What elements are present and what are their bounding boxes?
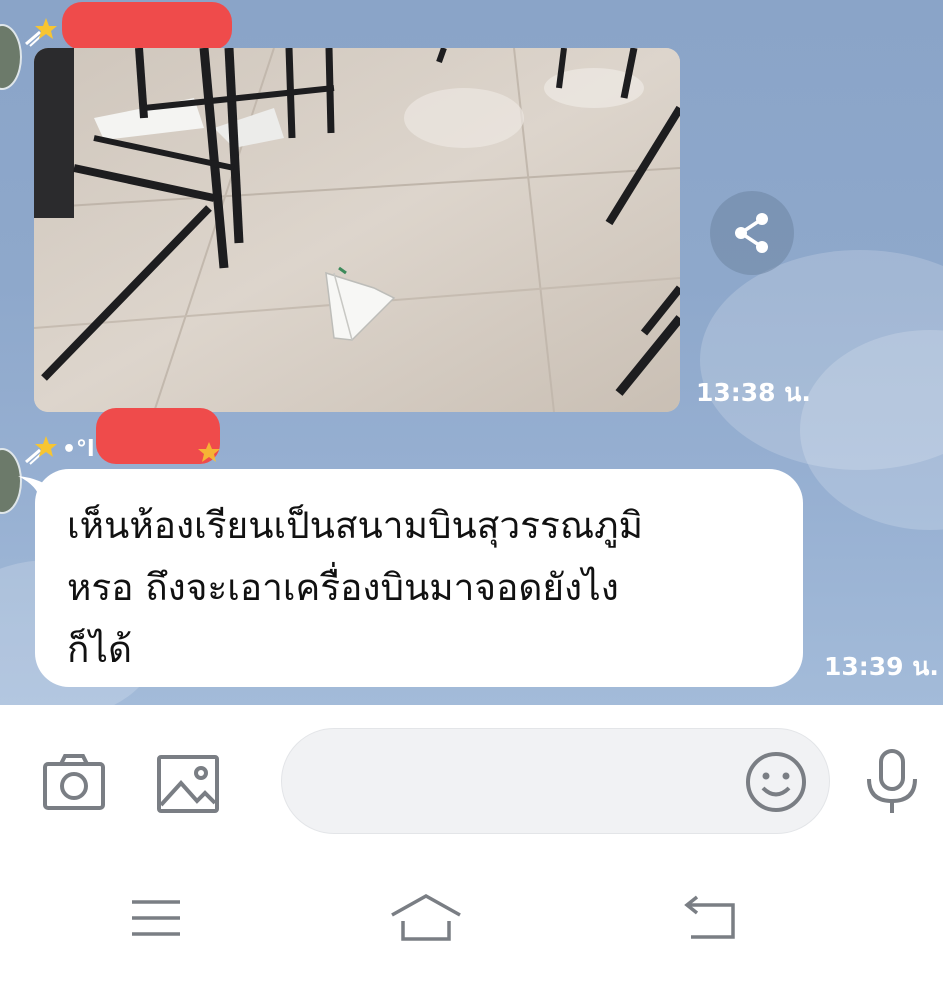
camera-icon xyxy=(43,754,105,810)
message-timestamp: 13:38 น. xyxy=(696,378,811,407)
share-icon xyxy=(735,213,768,253)
message-text-line: ก็ได้ xyxy=(67,628,133,671)
image-message[interactable] xyxy=(34,48,680,412)
message-timestamp: 13:39 น. xyxy=(824,652,939,681)
redaction-mark xyxy=(62,2,232,50)
home-button[interactable] xyxy=(388,892,464,944)
back-button[interactable] xyxy=(682,894,738,942)
smiley-icon xyxy=(746,752,806,812)
sender-name: •°l xyxy=(62,436,95,462)
shooting-star-icon xyxy=(25,436,57,465)
chat-area[interactable]: • xyxy=(0,0,943,705)
recent-apps-button[interactable] xyxy=(128,896,184,940)
shooting-star-icon xyxy=(25,18,57,47)
home-icon xyxy=(391,893,461,941)
sender-avatar[interactable] xyxy=(0,24,22,90)
share-button[interactable] xyxy=(710,191,794,275)
text-message-bubble[interactable]: เห็นห้องเรียนเป็นสนามบินสุวรรณภูมิ หรอ ถ… xyxy=(35,469,803,687)
gallery-button[interactable] xyxy=(156,754,220,814)
microphone-icon xyxy=(867,749,917,813)
menu-icon xyxy=(132,900,180,936)
back-icon xyxy=(684,895,735,939)
shooting-star-icon xyxy=(198,442,220,462)
classroom-floor-photo xyxy=(34,48,680,412)
image-icon xyxy=(157,755,219,813)
emoji-button[interactable] xyxy=(744,750,808,814)
message-text-line: หรอ ถึงจะเอาเครื่องบินมาจอดยังไง xyxy=(67,566,619,609)
camera-button[interactable] xyxy=(42,752,106,812)
message-text-line: เห็นห้องเรียนเป็นสนามบินสุวรรณภูมิ xyxy=(67,504,643,547)
voice-input-button[interactable] xyxy=(862,748,922,816)
sender-name-row: •°l xyxy=(24,432,95,466)
